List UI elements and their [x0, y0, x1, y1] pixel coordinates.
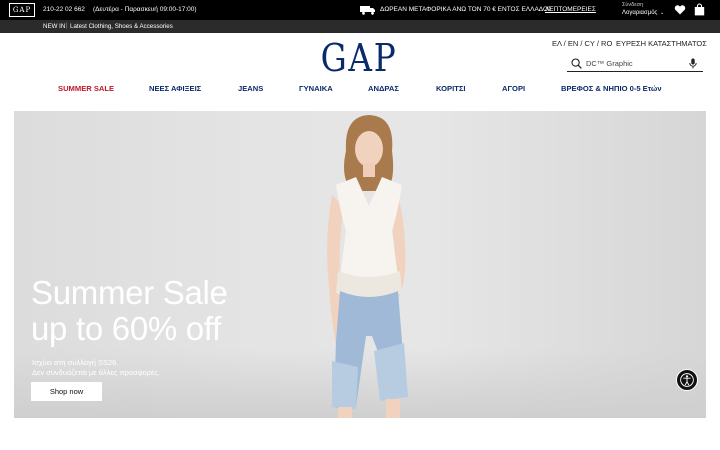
nav-summer-sale[interactable]: SUMMER SALE — [58, 84, 114, 93]
new-in-bar: NEW IN | Latest Clothing, Shoes & Access… — [0, 20, 720, 33]
signin-label[interactable]: Σύνδεση — [622, 2, 643, 8]
heart-icon[interactable] — [674, 4, 686, 16]
free-shipping-banner: ΔΩΡΕΑΝ ΜΕΤΑΦΟΡΙΚΑ ΑΝΩ ΤΟΝ 70 € ΕΝΤΟΣ ΕΛΛ… — [380, 6, 553, 13]
hero-model-image — [327, 115, 408, 418]
shop-now-button[interactable]: Shop now — [31, 382, 102, 401]
gap-logo[interactable]: GAP — [321, 36, 396, 80]
nav-men[interactable]: ΑΝΔΡΑΣ — [368, 84, 399, 93]
hero-headline-line1: Summer Sale — [31, 274, 228, 311]
divider: | — [66, 22, 68, 29]
phone-number[interactable]: 210-22 02 662 — [43, 6, 85, 13]
search-icon[interactable] — [571, 58, 582, 69]
microphone-icon[interactable] — [689, 58, 697, 69]
opening-hours: (Δευτέρα - Παρασκευή 09:00-17:00) — [93, 6, 197, 13]
account-menu[interactable]: Λογαριασμός — [622, 10, 657, 16]
nav-new-arrivals[interactable]: ΝΕΕΣ ΑΦΙΞΕΙΣ — [149, 84, 201, 93]
language-selector[interactable]: ΕΛ / EN / CY / RO — [552, 39, 612, 48]
accessibility-icon[interactable] — [676, 369, 698, 391]
hero-banner[interactable]: Summer Sale up to 60% off Ισχύει στη συλ… — [14, 111, 706, 418]
latest-link[interactable]: Latest Clothing, Shoes & Accessories — [70, 23, 173, 30]
gap-mini-logo[interactable]: GAP — [9, 3, 35, 17]
nav-jeans[interactable]: JEANS — [238, 84, 263, 93]
store-finder-link[interactable]: ΕΥΡΕΣΗ ΚΑΤΑΣΤΗΜΑΤΟΣ — [616, 39, 707, 48]
main-navigation: SUMMER SALE ΝΕΕΣ ΑΦΙΞΕΙΣ JEANS ΓΥΝΑΙΚΑ Α… — [0, 84, 720, 96]
new-in-link[interactable]: NEW IN — [43, 23, 65, 30]
nav-baby-toddler[interactable]: ΒΡΕΦΟΣ & ΝΗΠΙΟ 0-5 Ετών — [561, 84, 662, 93]
top-bar: GAP 210-22 02 662 (Δευτέρα - Παρασκευή 0… — [0, 0, 720, 20]
hero-subtext-line2: Δεν συνδυάζεται με άλλες προσφορές. — [32, 368, 161, 377]
hero-headline-line2: up to 60% off — [31, 310, 221, 347]
bag-icon[interactable] — [694, 3, 705, 16]
chevron-down-icon[interactable]: ⌄ — [660, 10, 664, 16]
shipping-details-link[interactable]: ΛΕΠΤΟΜΕΡΕΙΕΣ — [545, 6, 596, 13]
hero-subtext-line1: Ισχύει στη συλλογή SS26. — [32, 358, 119, 367]
truck-icon — [360, 6, 375, 15]
nav-girls[interactable]: ΚΟΡΙΤΣΙ — [436, 84, 466, 93]
nav-women[interactable]: ΓΥΝΑΙΚΑ — [299, 84, 333, 93]
nav-boys[interactable]: ΑΓΟΡΙ — [502, 84, 525, 93]
search-input[interactable] — [586, 57, 682, 70]
search-bar — [567, 55, 703, 72]
